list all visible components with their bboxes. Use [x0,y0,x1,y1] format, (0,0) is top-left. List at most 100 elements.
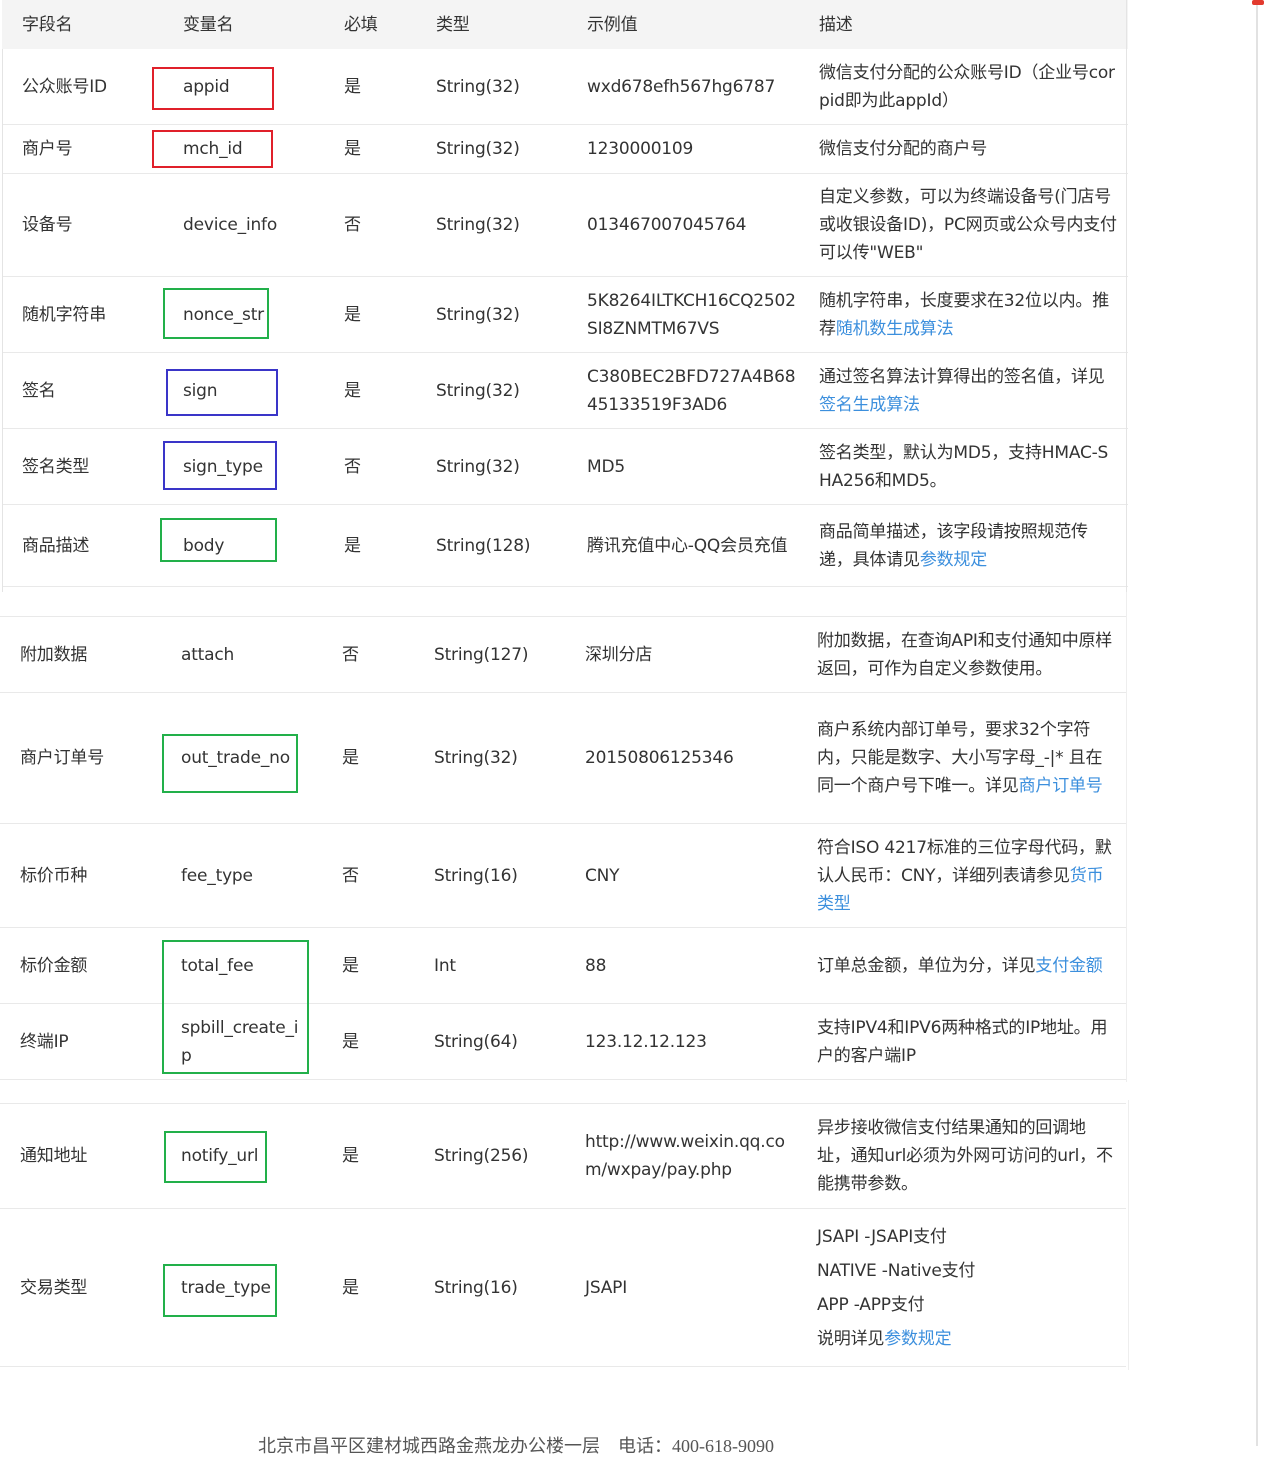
row-required: 否 [342,644,359,665]
row-variable-name: mch_id [183,139,243,159]
description-link[interactable]: 签名生成算法 [819,395,920,415]
table-row: 通知地址 notify_url 是 String(256) http://www… [0,1103,1126,1209]
table-row: 附加数据 attach 否 String(127) 深圳分店 附加数据，在查询A… [0,616,1126,693]
description-link[interactable]: 参数规定 [920,550,987,570]
row-description: 异步接收微信支付结果通知的回调地址，通知url必须为外网可访问的url，不能携带… [817,1104,1117,1208]
row-field-name: 商品描述 [22,535,90,556]
row-example: CNY [585,865,620,886]
row-type: String(16) [434,865,518,886]
row-variable-name: fee_type [181,865,253,886]
table-row: 商户订单号 out_trade_no 是 String(32) 20150806… [0,693,1126,824]
row-type: String(128) [436,535,531,556]
row-variable-name: device_info [183,215,278,235]
row-required: 是 [342,1031,359,1052]
row-variable-name: notify_url [181,1146,259,1166]
scrollbar-track[interactable] [1256,0,1258,1446]
trade-type-option: NATIVE -Native支付 [817,1260,976,1281]
row-description-text: 自定义参数，可以为终端设备号(门店号或收银设备ID)，PC网页或公众号内支付可以… [819,187,1117,263]
row-field-name: 商户号 [22,139,73,159]
row-type: String(32) [434,748,518,768]
row-description-text: 订单总金额，单位为分，详见 [817,955,1036,976]
row-field-name: 公众账号ID [22,76,107,97]
row-required: 是 [344,535,361,556]
header-description: 描述 [819,14,853,35]
row-description: 随机字符串，长度要求在32位以内。推荐随机数生成算法 [819,277,1119,352]
row-variable-name: spbill_create_ip [181,1017,299,1066]
table-row: 标价币种 fee_type 否 String(16) CNY 符合ISO 421… [0,824,1126,928]
header-type: 类型 [436,14,470,35]
row-required: 是 [342,1277,359,1298]
row-field-name: 随机字符串 [22,304,106,325]
row-type: String(32) [436,139,520,159]
row-variable-name: sign [183,380,218,401]
table-row: 签名 sign 是 String(32) C380BEC2BFD727A4B68… [2,353,1128,429]
row-example: 123.12.12.123 [585,1031,707,1052]
row-required: 否 [344,456,361,477]
row-field-name: 签名类型 [22,456,90,477]
table-row: 商户号 mch_id 是 String(32) 1230000109 微信支付分… [2,125,1128,174]
scrollbar-thumb[interactable] [1252,0,1264,5]
row-description: 附加数据，在查询API和支付通知中原样返回，可作为自定义参数使用。 [817,617,1117,692]
row-required: 是 [344,76,361,97]
table-border [1126,592,1127,1082]
description-link[interactable]: 参数规定 [884,1329,951,1349]
footer-address: 北京市昌平区建材城西路金燕龙办公楼一层 电话：400-618-9090 [258,1436,774,1456]
row-description-text: 微信支付分配的公众账号ID（企业号corpid即为此appId） [819,62,1115,111]
row-example: 5K8264ILTKCH16CQ2502SI8ZNMTM67VS [587,290,796,339]
row-example: 深圳分店 [585,644,653,665]
header-example: 示例值 [587,14,638,35]
row-required: 否 [342,865,359,886]
row-description: 微信支付分配的商户号 [819,125,1119,173]
row-example: 20150806125346 [585,748,734,768]
table-row: 公众账号ID appid 是 String(32) wxd678efh567hg… [2,49,1128,125]
row-variable-name: out_trade_no [181,748,290,768]
row-required: 否 [344,215,361,235]
row-required: 是 [342,748,359,768]
table-row: 设备号 device_info 否 String(32) 01346700704… [2,174,1128,277]
table-border [1128,1100,1129,1370]
description-link[interactable]: 支付金额 [1035,956,1102,976]
row-type: String(32) [436,456,520,477]
description-link[interactable]: 商户订单号 [1019,776,1103,796]
row-example: http://www.weixin.qq.com/wxpay/pay.php [585,1132,785,1180]
row-field-name: 标价金额 [20,955,88,976]
row-description: 通过签名算法计算得出的签名值，详见签名生成算法 [819,353,1119,428]
table-border [2,49,3,592]
row-example: wxd678efh567hg6787 [587,76,776,97]
row-description: 订单总金额，单位为分，详见支付金额 [817,928,1117,1003]
row-description-text: 通过签名算法计算得出的签名值，详见 [819,366,1105,387]
row-required: 是 [344,139,361,159]
description-link[interactable]: 随机数生成算法 [836,319,954,339]
row-variable-name: appid [183,76,230,97]
row-field-name: 标价币种 [20,865,88,886]
row-description: 商品简单描述，该字段请按照规范传递，具体请见参数规定 [819,505,1119,586]
row-field-name: 设备号 [22,215,73,235]
row-field-name: 签名 [22,380,56,401]
row-required: 是 [342,1146,359,1166]
row-type: String(32) [436,380,520,401]
row-variable-name: trade_type [181,1277,271,1298]
row-example: JSAPI [585,1277,628,1298]
row-type: String(32) [436,304,520,325]
row-example: MD5 [587,456,625,477]
row-variable-name: attach [181,644,235,665]
row-type: String(256) [434,1146,529,1166]
row-description: 自定义参数，可以为终端设备号(门店号或收银设备ID)，PC网页或公众号内支付可以… [819,174,1119,276]
table-row: 商品描述 body 是 String(128) 腾讯充值中心-QQ会员充值 商品… [2,505,1128,587]
row-description: 签名类型，默认为MD5，支持HMAC-SHA256和MD5。 [819,429,1119,504]
table-row: 随机字符串 nonce_str 是 String(32) 5K8264ILTKC… [2,277,1128,353]
header-variable-name: 变量名 [183,14,234,35]
row-example: 1230000109 [587,139,694,159]
row-variable-name: nonce_str [183,304,264,325]
row-description-text: 异步接收微信支付结果通知的回调地址，通知url必须为外网可访问的url，不能携带… [817,1118,1113,1194]
row-field-name: 终端IP [20,1031,69,1052]
row-variable-name: body [183,535,225,556]
table-border [1126,0,1127,592]
row-field-name: 交易类型 [20,1277,88,1298]
row-description-text: 说明详见 [817,1328,885,1349]
row-description-text: 附加数据，在查询API和支付通知中原样返回，可作为自定义参数使用。 [817,630,1113,679]
row-field-name: 附加数据 [20,644,88,665]
row-example: 013467007045764 [587,215,747,235]
header-required: 必填 [344,14,378,35]
row-variable-name: sign_type [183,456,263,477]
